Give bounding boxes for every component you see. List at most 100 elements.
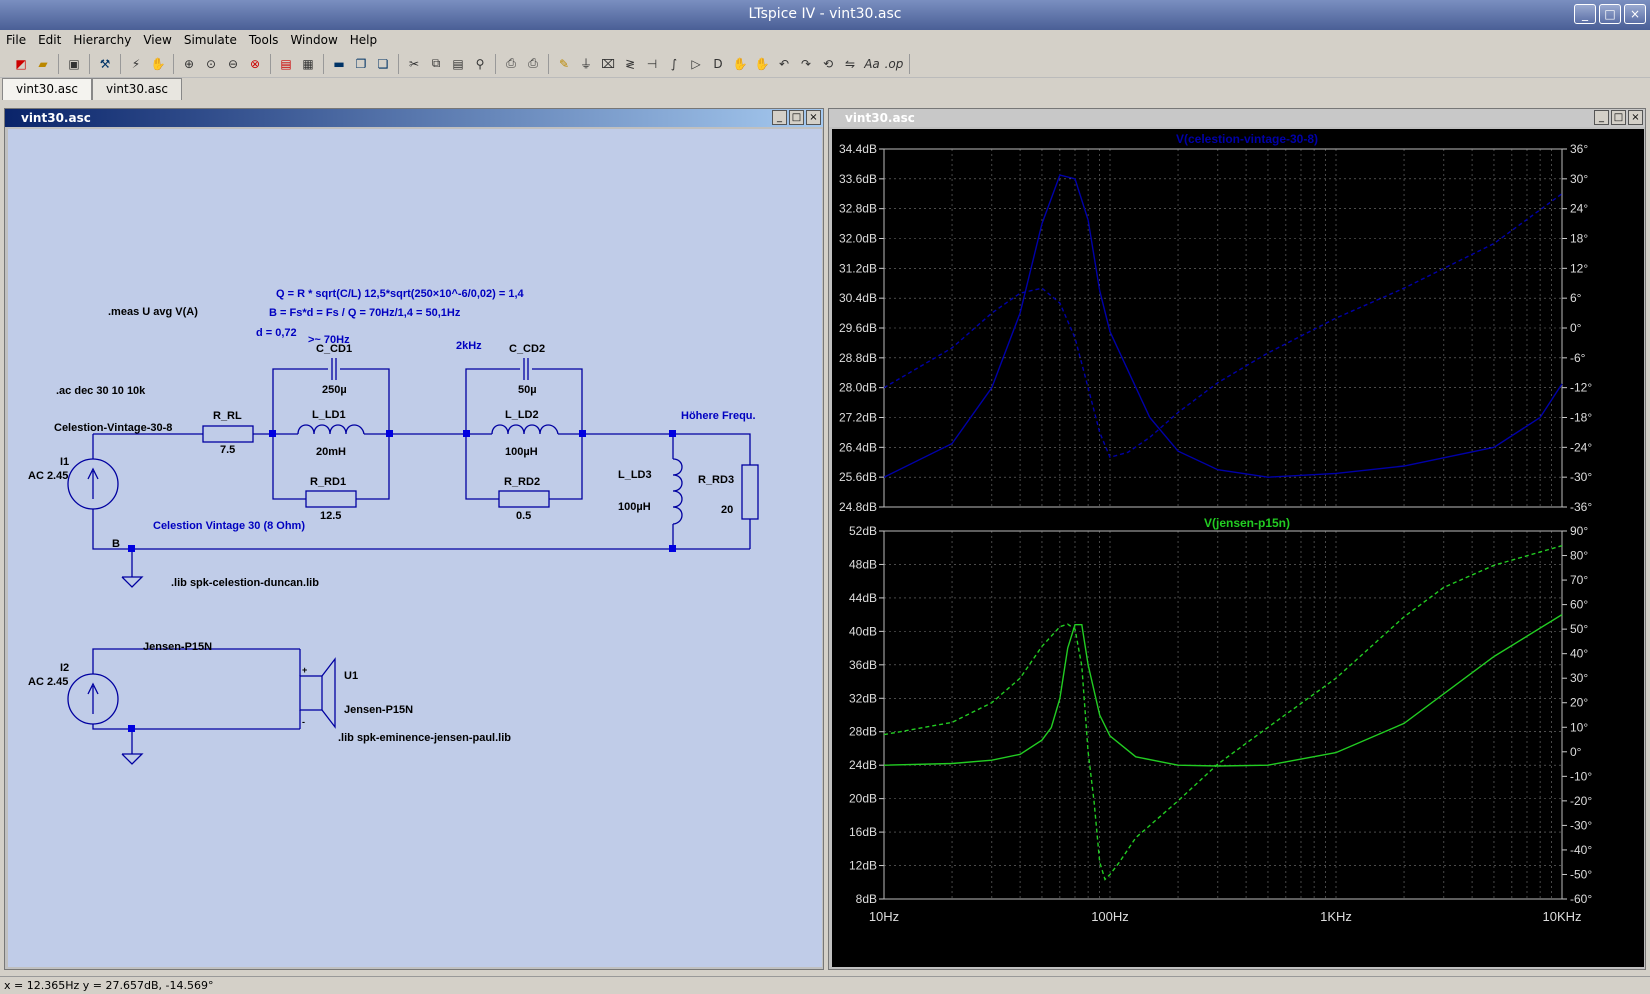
menu-tools[interactable]: Tools <box>243 33 285 47</box>
close-button[interactable]: × <box>1624 4 1646 24</box>
i1-value[interactable]: AC 2.45 <box>28 470 68 482</box>
node-b-label[interactable]: B <box>112 538 120 550</box>
menu-view[interactable]: View <box>137 33 177 47</box>
tab-schematic[interactable]: vint30.asc <box>2 78 92 100</box>
maximize-button[interactable]: □ <box>1599 4 1621 24</box>
l-ld3-name[interactable]: L_LD3 <box>618 469 652 481</box>
celestion-caption[interactable]: Celestion Vintage 30 (8 Ohm) <box>153 520 305 532</box>
r-rl-name[interactable]: R_RL <box>213 410 242 422</box>
net-label-jensen[interactable]: Jensen-P15N <box>143 641 212 653</box>
rotate-icon[interactable]: ⟲ <box>818 54 838 74</box>
save-icon[interactable]: ▣ <box>64 54 84 74</box>
grid-icon[interactable]: ▦ <box>298 54 318 74</box>
r-rl-value[interactable]: 7.5 <box>220 444 235 456</box>
minimize-button[interactable]: _ <box>1574 4 1596 24</box>
pan-icon[interactable]: ⊙ <box>201 54 221 74</box>
l-ld2-value[interactable]: 100µH <box>505 446 538 458</box>
waveform-canvas[interactable]: V(celestion-vintage-30-8) V(jensen-p15n)… <box>832 129 1644 967</box>
zoom-in-icon[interactable]: ⊕ <box>179 54 199 74</box>
schematic-canvas[interactable]: R_RL 7.5 C_CD1 250µ L_LD1 20mH R_RD1 12.… <box>8 129 822 967</box>
menu-window[interactable]: Window <box>284 33 343 47</box>
copy-icon[interactable]: ⧉ <box>426 54 446 74</box>
l-ld3-value[interactable]: 100µH <box>618 501 651 513</box>
diode-icon[interactable]: ▷ <box>686 54 706 74</box>
freq-2k-comment[interactable]: 2kHz <box>456 340 482 352</box>
r-rd3-name[interactable]: R_RD3 <box>698 474 734 486</box>
menu-simulate[interactable]: Simulate <box>178 33 243 47</box>
waveform-minimize-button[interactable]: _ <box>1594 110 1609 125</box>
drag-icon[interactable]: ✋ <box>752 54 772 74</box>
l-ld1-name[interactable]: L_LD1 <box>312 409 346 421</box>
run-icon[interactable]: ⚡ <box>126 54 146 74</box>
net-label-higher[interactable]: Höhere Frequ. <box>681 410 756 422</box>
lib-celestion-directive[interactable]: .lib spk-celestion-duncan.lib <box>171 577 319 589</box>
menu-file[interactable]: File <box>0 33 32 47</box>
text-icon[interactable]: Aa <box>862 54 882 74</box>
component-icon[interactable]: D <box>708 54 728 74</box>
meas-directive[interactable]: .meas U avg V(A) <box>108 306 198 318</box>
waveform-maximize-button[interactable]: □ <box>1611 110 1626 125</box>
waveform-window[interactable]: vint30.asc _ □ × V(celestion-vintage-30-… <box>828 108 1646 970</box>
r-rd1-value[interactable]: 12.5 <box>320 510 341 522</box>
open-folder-icon[interactable]: ▰ <box>33 54 53 74</box>
paste-icon[interactable]: ▤ <box>448 54 468 74</box>
c-cd2-value[interactable]: 50µ <box>518 384 537 396</box>
ground-icon[interactable]: ⏚ <box>576 54 596 74</box>
menu-help[interactable]: Help <box>344 33 383 47</box>
net-label-celestion[interactable]: Celestion-Vintage-30-8 <box>54 422 172 434</box>
redo-icon[interactable]: ↷ <box>796 54 816 74</box>
menu-edit[interactable]: Edit <box>32 33 67 47</box>
r-rd3-value[interactable]: 20 <box>721 504 733 516</box>
d-value-comment[interactable]: d = 0,72 <box>256 327 297 339</box>
r-rd2-name[interactable]: R_RD2 <box>504 476 540 488</box>
fs-note-comment[interactable]: >~ 70Hz <box>308 334 350 346</box>
waveform-close-button[interactable]: × <box>1628 110 1643 125</box>
c-cd2-name[interactable]: C_CD2 <box>509 343 545 355</box>
cascade-icon[interactable]: ❐ <box>351 54 371 74</box>
schematic-window[interactable]: vint30.asc _ □ × R_RL 7.5 C_CD1 250µ L_L… <box>4 108 824 970</box>
plot1-title[interactable]: V(celestion-vintage-30-8) <box>1176 132 1318 146</box>
capacitor-icon[interactable]: ⊣ <box>642 54 662 74</box>
label-net-icon[interactable]: ⌧ <box>598 54 618 74</box>
l-ld2-name[interactable]: L_LD2 <box>505 409 539 421</box>
r-rd2-value[interactable]: 0.5 <box>516 510 531 522</box>
zoom-fit-icon[interactable]: ⊗ <box>245 54 265 74</box>
spice-directive-icon[interactable]: .op <box>884 54 904 74</box>
print-icon[interactable]: ⎙ <box>523 54 543 74</box>
inductor-icon[interactable]: ∫ <box>664 54 684 74</box>
tile-vertical-icon[interactable]: ❏ <box>373 54 393 74</box>
print-setup-icon[interactable]: ⎙ <box>501 54 521 74</box>
l-ld1-value[interactable]: 20mH <box>316 446 346 458</box>
q-formula-comment[interactable]: Q = R * sqrt(C/L) 12,5*sqrt(250×10^-6/0,… <box>276 288 525 300</box>
schematic-minimize-button[interactable]: _ <box>772 110 787 125</box>
zoom-out-icon[interactable]: ⊖ <box>223 54 243 74</box>
schematic-maximize-button[interactable]: □ <box>789 110 804 125</box>
i2-value[interactable]: AC 2.45 <box>28 676 68 688</box>
ac-directive[interactable]: .ac dec 30 10 10k <box>56 385 146 397</box>
schematic-close-button[interactable]: × <box>806 110 821 125</box>
resistor-icon[interactable]: ≷ <box>620 54 640 74</box>
r-rd1-name[interactable]: R_RD1 <box>310 476 346 488</box>
halt-icon[interactable]: ✋ <box>148 54 168 74</box>
i2-name[interactable]: I2 <box>60 662 69 674</box>
tile-horizontal-icon[interactable]: ▬ <box>329 54 349 74</box>
y-tick-label: 28.8dB <box>839 351 877 365</box>
autorange-icon[interactable]: ▤ <box>276 54 296 74</box>
undo-icon[interactable]: ↶ <box>774 54 794 74</box>
u1-name[interactable]: U1 <box>344 670 358 682</box>
new-schematic-icon[interactable]: ◩ <box>11 54 31 74</box>
plot2-title[interactable]: V(jensen-p15n) <box>1204 516 1290 530</box>
move-icon[interactable]: ✋ <box>730 54 750 74</box>
mirror-icon[interactable]: ⇋ <box>840 54 860 74</box>
tab-waveform[interactable]: vint30.asc <box>92 78 182 100</box>
wire-icon[interactable]: ✎ <box>554 54 574 74</box>
cut-icon[interactable]: ✂ <box>404 54 424 74</box>
b-formula-comment[interactable]: B = Fs*d = Fs / Q = 70Hz/1,4 = 50,1Hz <box>269 307 461 319</box>
menu-hierarchy[interactable]: Hierarchy <box>67 33 137 47</box>
control-panel-icon[interactable]: ⚒ <box>95 54 115 74</box>
lib-jensen-directive[interactable]: .lib spk-eminence-jensen-paul.lib <box>338 732 511 744</box>
u1-value[interactable]: Jensen-P15N <box>344 704 413 716</box>
c-cd1-value[interactable]: 250µ <box>322 384 347 396</box>
find-icon[interactable]: ⚲ <box>470 54 490 74</box>
i1-name[interactable]: I1 <box>60 456 69 468</box>
